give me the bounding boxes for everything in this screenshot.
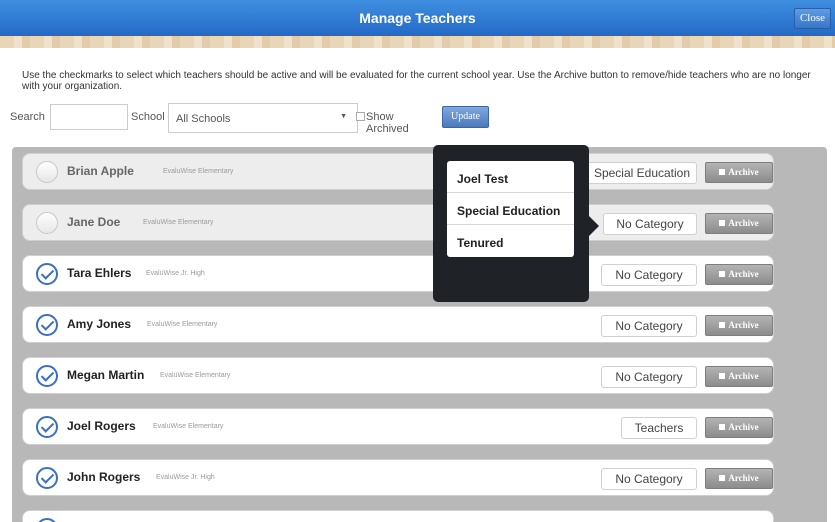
category-button[interactable]: No Category [601, 264, 697, 286]
archive-label: Archive [728, 473, 759, 483]
category-menu: Joel Test Special Education Tenured [447, 161, 574, 257]
chevron-down-icon: ▼ [340, 113, 347, 120]
teacher-school: EvaluWise Jr. High [156, 474, 215, 481]
teacher-school: EvaluWise Elementary [147, 321, 218, 328]
teacher-name: John Rogers [67, 470, 141, 484]
category-button[interactable]: No Category [601, 315, 697, 337]
category-button[interactable]: No Category [601, 468, 697, 490]
teacher-row: Tara Ehlers EvaluWise Jr. High No Category… [22, 255, 774, 292]
update-button[interactable]: Update [442, 106, 489, 128]
category-menu-item[interactable]: Joel Test [447, 161, 574, 193]
school-select[interactable]: All Schools ▼ [168, 103, 358, 133]
category-popover: Joel Test Special Education Tenured [433, 145, 599, 302]
archive-icon [719, 322, 726, 328]
active-checkmark-icon[interactable] [36, 416, 58, 438]
archive-label: Archive [728, 218, 759, 228]
active-checkmark-icon[interactable] [36, 314, 58, 336]
archive-icon [719, 475, 726, 481]
archive-button[interactable]: Archive [705, 366, 773, 387]
teacher-name: Joel Rogers [67, 419, 136, 433]
archive-label: Archive [728, 422, 759, 432]
manage-teachers-window: Manage Teachers Close Use the checkmarks… [0, 0, 835, 522]
teacher-row: Amy Jones EvaluWise Elementary No Category… [22, 306, 774, 343]
school-label: School [131, 111, 165, 123]
school-select-value: All Schools [176, 113, 231, 125]
archive-icon [719, 169, 726, 175]
teacher-school: EvaluWise Elementary [160, 372, 231, 379]
show-archived-checkbox[interactable] [356, 112, 365, 121]
teacher-name: Amy Jones [67, 317, 132, 331]
archive-label: Archive [728, 269, 759, 279]
teacher-row: Jane Doe EvaluWise Elementary No Category A… [22, 204, 774, 241]
archive-button[interactable]: Archive [705, 264, 773, 285]
teacher-list: Brian Apple EvaluWise Elementary Special E… [12, 147, 827, 522]
category-button[interactable]: No Category [603, 213, 697, 235]
teacher-name: Megan Martin [67, 368, 145, 382]
teacher-name: Jane Doe [67, 215, 121, 229]
active-checkmark-icon[interactable] [36, 212, 58, 234]
category-menu-item[interactable]: Special Education [447, 193, 574, 225]
archive-button[interactable]: Archive [705, 468, 773, 489]
teacher-school: EvaluWise Elementary [153, 423, 224, 430]
active-checkmark-icon[interactable] [36, 263, 58, 285]
instructions-text: Use the checkmarks to select which teach… [22, 70, 811, 92]
teacher-row-partial [22, 510, 774, 522]
search-input[interactable] [50, 104, 128, 130]
active-checkmark-icon[interactable] [36, 365, 58, 387]
archive-icon [719, 220, 726, 226]
teacher-school: EvaluWise Elementary [163, 168, 234, 175]
category-menu-item[interactable]: Tenured [447, 225, 574, 257]
archive-label: Archive [728, 167, 759, 177]
decorative-stripe [0, 36, 835, 48]
teacher-row: John Rogers EvaluWise Jr. High No Category… [22, 459, 774, 496]
close-button[interactable]: Close [794, 8, 831, 29]
archive-label: Archive [728, 320, 759, 330]
window-title: Manage Teachers [359, 10, 476, 26]
archive-icon [719, 271, 726, 277]
title-bar: Manage Teachers Close [0, 0, 835, 36]
archive-button[interactable]: Archive [705, 315, 773, 336]
active-checkmark-icon[interactable] [36, 518, 58, 522]
archive-button[interactable]: Archive [705, 162, 773, 183]
active-checkmark-icon[interactable] [36, 161, 58, 183]
show-archived-label: Show Archived [366, 111, 409, 135]
teacher-name: Brian Apple [67, 164, 134, 178]
teacher-row: Megan Martin EvaluWise Elementary No Categ… [22, 357, 774, 394]
archive-label: Archive [728, 371, 759, 381]
active-checkmark-icon[interactable] [36, 467, 58, 489]
search-label: Search [10, 111, 45, 123]
category-button[interactable]: Teachers [621, 417, 697, 439]
category-button[interactable]: Special Education [587, 162, 697, 184]
teacher-row: Joel Rogers EvaluWise Elementary Teachers A… [22, 408, 774, 445]
teacher-row: Brian Apple EvaluWise Elementary Special E… [22, 153, 774, 190]
popover-arrow [589, 216, 599, 236]
teacher-name: Tara Ehlers [67, 266, 132, 280]
category-button[interactable]: No Category [601, 366, 697, 388]
archive-button[interactable]: Archive [705, 213, 773, 234]
teacher-school: EvaluWise Jr. High [146, 270, 205, 277]
archive-icon [719, 424, 726, 430]
teacher-school: EvaluWise Elementary [143, 219, 214, 226]
archive-icon [719, 373, 726, 379]
archive-button[interactable]: Archive [705, 417, 773, 438]
